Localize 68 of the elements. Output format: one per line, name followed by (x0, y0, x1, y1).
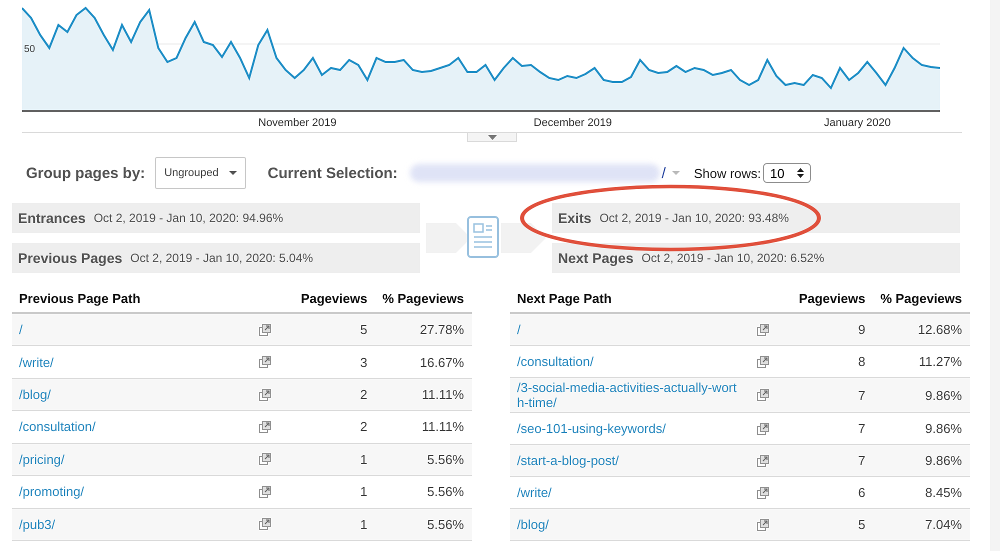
rows-select[interactable]: 10 (763, 163, 810, 183)
page-path-link[interactable]: /consultation/ (517, 354, 742, 369)
table-cell: 9.86% (873, 378, 970, 412)
flow-title: Next Pages (558, 250, 634, 266)
axis-label: November 2019 (258, 117, 337, 129)
table-cell: 1 (294, 443, 376, 476)
table-cell: 5 (294, 313, 376, 346)
open-window-icon[interactable] (756, 356, 769, 368)
open-window-icon[interactable] (259, 324, 272, 336)
open-window-icon[interactable] (259, 453, 272, 466)
flow-detail: Oct 2, 2019 - Jan 10, 2020: 6.52% (641, 251, 824, 265)
page-path-link[interactable]: /write/ (19, 354, 244, 370)
axis-label: January 2020 (824, 117, 891, 129)
open-window-icon[interactable] (259, 420, 272, 433)
page-path-link[interactable]: /consultation/ (19, 419, 244, 434)
table-cell: 7 (792, 378, 874, 412)
caret-icon (228, 171, 237, 175)
page-path-link[interactable]: /write/ (517, 485, 742, 500)
flow-box[interactable]: Exits Oct 2, 2019 - Jan 10, 2020: 93.48% (552, 203, 960, 233)
table-cell: 7 (792, 444, 874, 476)
flow-title: Previous Pages (18, 250, 122, 266)
flow-title: Exits (558, 210, 592, 226)
table-cell: 5 (792, 508, 874, 540)
open-window-icon[interactable] (756, 389, 769, 401)
flow-detail: Oct 2, 2019 - Jan 10, 2020: 94.96% (94, 211, 284, 225)
open-window-icon[interactable] (259, 486, 272, 498)
table-cell: 3 (294, 346, 376, 378)
caret-icon (488, 134, 496, 140)
collapse-handle[interactable] (467, 133, 517, 142)
flow-box[interactable]: Entrances Oct 2, 2019 - Jan 10, 2020: 94.96% (12, 203, 420, 233)
table-cell: 11.11% (375, 378, 472, 411)
table-cell: 9.86% (873, 444, 970, 476)
page-path-link[interactable]: /seo-101-using-keywords/ (517, 421, 742, 436)
table-cell: 5.56% (375, 443, 472, 476)
open-window-icon[interactable] (756, 454, 769, 466)
table-cell: 27.78% (375, 313, 472, 346)
table-cell: 5.56% (375, 508, 472, 540)
open-window-icon[interactable] (756, 324, 769, 336)
flow-box[interactable]: Previous Pages Oct 2, 2019 - Jan 10, 2020: 5.04% (12, 243, 420, 273)
table-cell: 16.67% (375, 346, 472, 378)
open-window-icon[interactable] (756, 486, 769, 498)
table-cell: 2 (294, 378, 376, 411)
flow-detail: Oct 2, 2019 - Jan 10, 2020: 93.48% (599, 211, 789, 225)
rows-label: Show rows: (694, 166, 762, 180)
table-cell: 11.11% (375, 410, 472, 444)
table-cell: 5.56% (375, 476, 472, 508)
table-cell: 12.68% (873, 313, 970, 346)
open-window-icon[interactable] (259, 388, 272, 401)
page-path-link[interactable]: /promoting/ (19, 484, 244, 500)
table-cell: 1 (294, 508, 376, 540)
flow-box[interactable]: Next Pages Oct 2, 2019 - Jan 10, 2020: 6.52% (552, 243, 960, 273)
open-window-icon[interactable] (259, 356, 272, 368)
table-cell: 2 (294, 410, 376, 444)
table-cell: 7.04% (873, 508, 970, 540)
flow-title: Entrances (18, 210, 86, 226)
table-cell: 9 (792, 313, 874, 346)
selection-label: Current Selection: (268, 164, 398, 182)
table-cell: 1 (294, 476, 376, 508)
stepper-icon (796, 168, 804, 178)
open-window-icon[interactable] (756, 518, 769, 530)
selection-path[interactable]: / (662, 164, 666, 182)
group-dropdown[interactable]: Ungrouped (155, 157, 246, 189)
axis-tick-label: 50 (24, 44, 36, 55)
axis-label: December 2019 (534, 117, 612, 129)
group-label: Group pages by: (26, 164, 146, 182)
open-window-icon[interactable] (756, 422, 769, 434)
flow-detail: Oct 2, 2019 - Jan 10, 2020: 5.04% (130, 251, 314, 265)
open-window-icon[interactable] (259, 518, 272, 530)
